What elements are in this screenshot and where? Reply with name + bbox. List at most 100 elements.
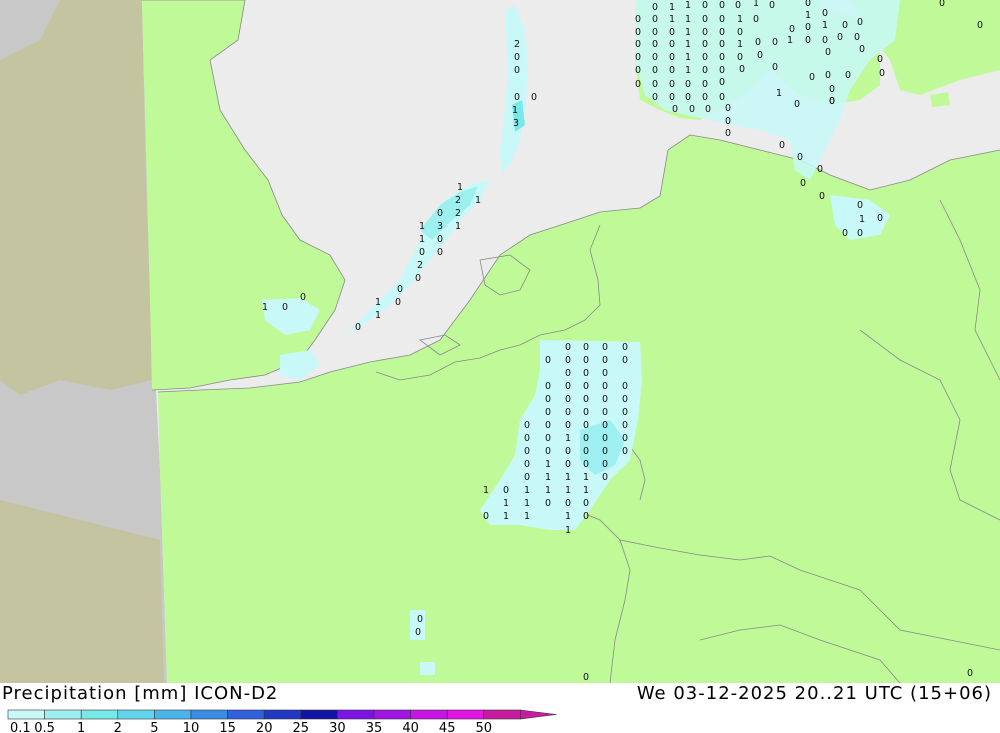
- precip-value: 0: [583, 498, 589, 509]
- precip-value: 0: [524, 459, 530, 470]
- precip-value: 0: [622, 381, 628, 392]
- precip-value: 0: [652, 27, 658, 38]
- precip-value: 0: [545, 433, 551, 444]
- legend-swatch: [80, 709, 119, 720]
- precip-value: 1: [262, 302, 268, 313]
- precip-value: 0: [702, 92, 708, 103]
- precip-value: 0: [419, 247, 425, 258]
- legend-colorbar: 0.1 0.5 1 2 5 10 15 20 25 30 35 40 45 50: [7, 709, 557, 733]
- precip-value: 0: [757, 50, 763, 61]
- precip-value: 0: [800, 178, 806, 189]
- precip-value: 0: [635, 52, 641, 63]
- precip-value: 1: [524, 485, 530, 496]
- precip-value: 3: [437, 221, 443, 232]
- precip-value: 0: [397, 284, 403, 295]
- legend-tick-label: 40: [402, 721, 419, 733]
- precip-value: 0: [854, 32, 860, 43]
- precip-value: 0: [719, 27, 725, 38]
- precip-value: 0: [719, 92, 725, 103]
- precip-value: 0: [437, 234, 443, 245]
- precip-value: 3: [513, 118, 519, 129]
- precip-value: 0: [514, 92, 520, 103]
- precip-value: 2: [417, 260, 423, 271]
- precip-value: 1: [545, 472, 551, 483]
- precip-value: 0: [652, 39, 658, 50]
- precip-value: 0: [702, 14, 708, 25]
- precip-value: 1: [669, 14, 675, 25]
- precip-value: 0: [622, 355, 628, 366]
- precip-value: 1: [583, 485, 589, 496]
- precip-value: 1: [565, 525, 571, 536]
- precip-value: 0: [355, 322, 361, 333]
- precip-value: 0: [967, 668, 973, 679]
- precip-value: 0: [524, 446, 530, 457]
- legend-tick-label: 35: [366, 721, 383, 733]
- precip-value: 0: [602, 342, 608, 353]
- precip-value: 0: [689, 104, 695, 115]
- precip-value: 0: [719, 65, 725, 76]
- legend-swatch: [373, 709, 411, 720]
- precip-value: 1: [787, 35, 793, 46]
- precip-value: 1: [457, 182, 463, 193]
- legend-swatch: [7, 709, 45, 720]
- precip-value: 0: [565, 368, 571, 379]
- legend-swatch: [263, 709, 302, 720]
- precip-value: 0: [672, 104, 678, 115]
- precip-value: 0: [565, 459, 571, 470]
- precip-value: 0: [602, 446, 608, 457]
- precip-value: 0: [652, 92, 658, 103]
- precip-value: 1: [737, 39, 743, 50]
- precip-value: 0: [719, 39, 725, 50]
- precip-value: 0: [583, 420, 589, 431]
- precip-value: 0: [602, 381, 608, 392]
- precip-value: 1: [565, 485, 571, 496]
- precip-value: 1: [419, 221, 425, 232]
- precip-value: 0: [622, 420, 628, 431]
- precip-value: 0: [857, 228, 863, 239]
- precip-value: 0: [545, 381, 551, 392]
- precip-value: 1: [565, 433, 571, 444]
- precip-value: 0: [772, 37, 778, 48]
- precip-value: 0: [789, 24, 795, 35]
- legend-tick-label: 5: [150, 721, 158, 733]
- precip-value: 0: [524, 433, 530, 444]
- precip-value: 0: [622, 446, 628, 457]
- precip-value: 1: [737, 14, 743, 25]
- precip-value: 0: [583, 342, 589, 353]
- precip-value: 0: [737, 52, 743, 63]
- precip-value: 0: [635, 39, 641, 50]
- precip-value: 0: [635, 14, 641, 25]
- outside-land-britain: [0, 0, 152, 395]
- precip-value: 1: [685, 14, 691, 25]
- legend-tick-label: 45: [439, 721, 456, 733]
- legend-tick-label: 20: [256, 721, 273, 733]
- precip-value: 0: [753, 14, 759, 25]
- legend-tick-label: 50: [476, 721, 493, 733]
- precip-value: 0: [825, 47, 831, 58]
- precip-value: 1: [685, 52, 691, 63]
- precip-value: 1: [685, 0, 691, 11]
- precip-value: 0: [735, 0, 741, 11]
- precip-value: 0: [859, 44, 865, 55]
- precip-value: 0: [702, 39, 708, 50]
- precip-value: 1: [503, 511, 509, 522]
- legend-tick-label: 2: [114, 721, 122, 733]
- precip-value: 1: [524, 511, 530, 522]
- precip-value: 0: [685, 92, 691, 103]
- legend-tick-label: 10: [183, 721, 200, 733]
- precip-value: 0: [583, 355, 589, 366]
- precip-value: 0: [545, 355, 551, 366]
- precip-value: 0: [737, 27, 743, 38]
- precipitation-map: 0 1 1 0 0 0 1 0 0 00 0 1 1 0 0 1 0 1 00 00 0 0 1 0 0 0 0 0 1 000 0 0 1 0 0…: [0, 0, 1000, 683]
- precip-value: 1: [583, 472, 589, 483]
- precip-value: 0: [779, 140, 785, 151]
- precip-value: 0: [524, 420, 530, 431]
- precip-value: 0: [503, 485, 509, 496]
- precip-value: 1: [545, 459, 551, 470]
- precip-value: 0: [602, 459, 608, 470]
- precip-value: 0: [725, 128, 731, 139]
- precip-value: 0: [622, 394, 628, 405]
- precip-value: 0: [702, 65, 708, 76]
- precip-value: 0: [417, 614, 423, 625]
- precip-value: 0: [565, 420, 571, 431]
